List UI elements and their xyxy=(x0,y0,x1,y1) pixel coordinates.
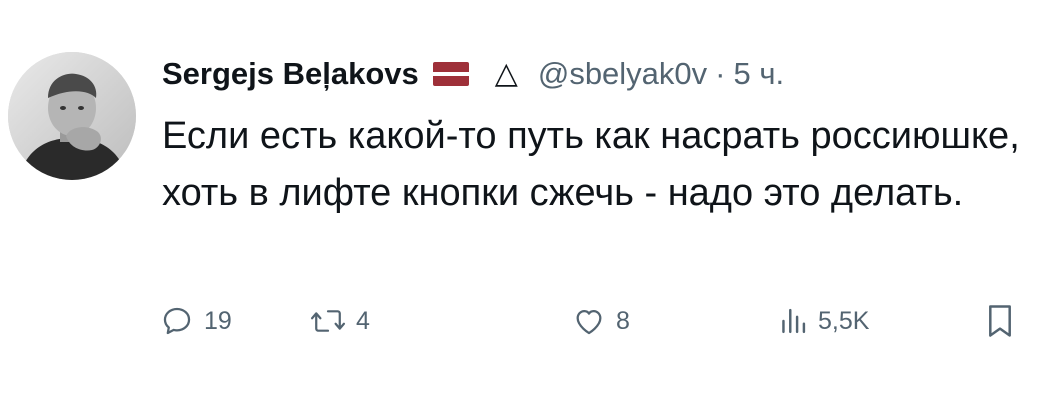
avatar[interactable] xyxy=(8,52,136,180)
tweet-header: Sergejs Beļakovs △ @sbelyak0v · 5 ч. xyxy=(162,52,784,96)
latvia-flag-icon xyxy=(432,62,469,86)
header-separator: · xyxy=(715,56,726,91)
post-time[interactable]: 5 ч. xyxy=(734,56,785,92)
author-handle[interactable]: @sbelyak0v xyxy=(538,56,707,92)
bookmark-icon xyxy=(989,305,1011,337)
repost-button[interactable]: 4 xyxy=(310,298,370,344)
tweet-card[interactable]: Sergejs Beļakovs △ @sbelyak0v · 5 ч. Есл… xyxy=(0,0,1039,403)
bookmark-button[interactable] xyxy=(986,298,1014,344)
repost-icon xyxy=(310,310,346,332)
author-name[interactable]: Sergejs Beļakovs xyxy=(162,56,419,92)
views-button[interactable]: 5,5K xyxy=(778,298,869,344)
like-button[interactable]: 8 xyxy=(572,298,630,344)
repost-count: 4 xyxy=(356,306,370,335)
reply-button[interactable]: 19 xyxy=(160,298,232,344)
tweet-text: Если есть какой-то путь как насрать росс… xyxy=(162,115,1020,214)
views-count: 5,5K xyxy=(818,306,870,335)
tweet-actions: 19 4 8 5,5K xyxy=(160,298,1026,344)
triangle-icon: △ xyxy=(494,57,518,90)
like-icon xyxy=(576,309,602,335)
like-count: 8 xyxy=(616,306,630,335)
views-icon xyxy=(782,308,806,334)
reply-icon xyxy=(163,307,191,335)
avatar-photo xyxy=(8,52,136,180)
reply-count: 19 xyxy=(204,306,232,335)
